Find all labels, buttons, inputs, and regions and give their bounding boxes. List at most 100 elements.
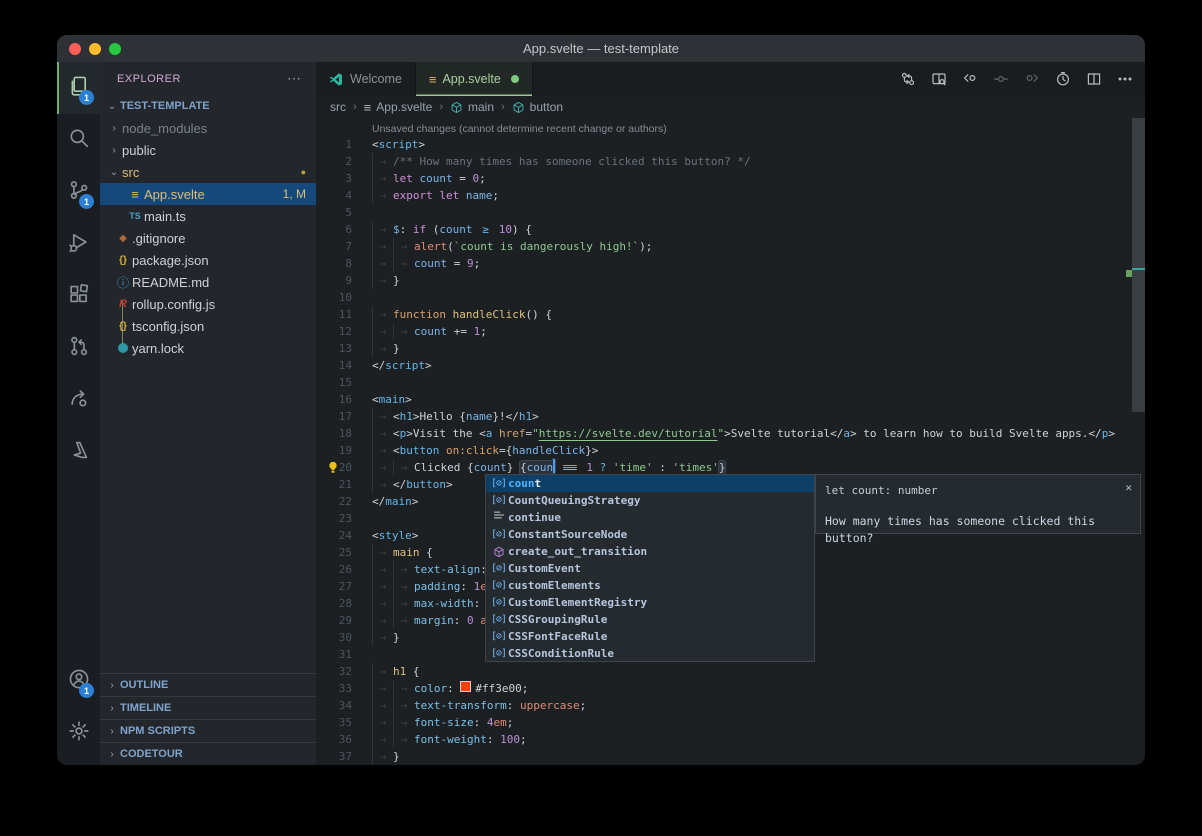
breadcrumb-item-src[interactable]: src [330, 100, 346, 114]
line-number: 5 [316, 204, 352, 221]
sidebar-section-codetour[interactable]: ›CODETOUR [100, 742, 316, 765]
suggest-item-create_out_transition[interactable]: create_out_transition [486, 543, 814, 560]
scrollbar[interactable] [1132, 118, 1145, 412]
suggest-item-count[interactable]: [⊘]count [486, 475, 814, 492]
code-line-6[interactable]: 6 →$: if (count ≥ 10) { [316, 221, 1145, 238]
code-line-1[interactable]: 1<script> [316, 136, 1145, 153]
minimize-window-button[interactable] [89, 43, 101, 55]
code-line-3[interactable]: 3 →let count = 0; [316, 170, 1145, 187]
code-line-19[interactable]: 19 →<button on:click={handleClick}> [316, 442, 1145, 459]
tab-welcome[interactable]: Welcome [316, 62, 416, 96]
next-change-icon[interactable] [1024, 71, 1040, 87]
line-number: 13 [316, 340, 352, 357]
breadcrumb-separator: › [499, 101, 507, 113]
code-line-5[interactable]: 5 [316, 204, 1145, 221]
split-editor-icon[interactable] [1086, 71, 1102, 87]
code-line-8[interactable]: 8 → →count = 9; [316, 255, 1145, 272]
breadcrumb: src›≡App.svelte›main›button [316, 96, 1145, 118]
open-preview-icon[interactable] [931, 71, 947, 87]
activity-bar-item-explorer[interactable]: 1 [57, 62, 100, 114]
code-line-32[interactable]: 32 →h1 { [316, 663, 1145, 680]
breadcrumb-item-app-svelte[interactable]: ≡App.svelte [364, 100, 433, 114]
close-window-button[interactable] [69, 43, 81, 55]
line-number: 37 [316, 748, 352, 765]
dirty-indicator[interactable] [511, 75, 519, 83]
sidebar-section-npm-scripts[interactable]: ›NPM SCRIPTS [100, 719, 316, 742]
code-line-2[interactable]: 2 →/** How many times has someone clicke… [316, 153, 1145, 170]
code-line-10[interactable]: 10 [316, 289, 1145, 306]
compare-changes-icon[interactable] [900, 71, 916, 87]
line-number: 32 [316, 663, 352, 680]
zoom-window-button[interactable] [109, 43, 121, 55]
file-tree-item-node-modules[interactable]: ›node_modules [100, 117, 316, 139]
suggest-item-customelements[interactable]: [⊘]customElements [486, 577, 814, 594]
code-line-9[interactable]: 9 →} [316, 272, 1145, 289]
breadcrumb-item-button[interactable]: button [512, 100, 563, 114]
file-tree-item-rollup-config-js[interactable]: Rrollup.config.js [100, 293, 316, 315]
code-line-13[interactable]: 13 →} [316, 340, 1145, 357]
activity-bar-item-run-and-debug[interactable] [57, 218, 100, 270]
sidebar-section-timeline[interactable]: ›TIMELINE [100, 696, 316, 719]
file-tree-item-main-ts[interactable]: TSmain.ts [100, 205, 316, 227]
activity-bar-item-search[interactable] [57, 114, 100, 166]
suggest-item-cssconditionrule[interactable]: [⊘]CSSConditionRule [486, 645, 814, 662]
code-editor[interactable]: Unsaved changes (cannot determine recent… [316, 118, 1145, 765]
file-tree-item-readme-md[interactable]: ⓘREADME.md [100, 271, 316, 293]
code-line-33[interactable]: 33 → →color: #ff3e00; [316, 680, 1145, 697]
file-tree-item-public[interactable]: ›public [100, 139, 316, 161]
code-line-17[interactable]: 17 →<h1>Hello {name}!</h1> [316, 408, 1145, 425]
line-number: 8 [316, 255, 352, 272]
suggest-item-countqueuingstrategy[interactable]: [⊘]CountQueuingStrategy [486, 492, 814, 509]
workspace-root-folder[interactable]: ⌄ TEST-TEMPLATE [100, 95, 316, 117]
suggest-item-continue[interactable]: continue [486, 509, 814, 526]
file-tree-item--gitignore[interactable]: ◆.gitignore [100, 227, 316, 249]
file-tree-item-src[interactable]: ⌄src● [100, 161, 316, 183]
suggest-item-cssfontfacerule[interactable]: [⊘]CSSFontFaceRule [486, 628, 814, 645]
lightbulb-icon[interactable] [326, 460, 340, 475]
breadcrumb-item-main[interactable]: main [450, 100, 494, 114]
code-line-18[interactable]: 18 →<p>Visit the <a href="https://svelte… [316, 425, 1145, 442]
explorer-more-actions-icon[interactable]: ⋯ [287, 70, 302, 87]
file-label: package.json [132, 253, 209, 268]
code-line-16[interactable]: 16<main> [316, 391, 1145, 408]
file-tree-item-yarn-lock[interactable]: yarn.lock [100, 337, 316, 359]
code-line-35[interactable]: 35 → →font-size: 4em; [316, 714, 1145, 731]
code-line-12[interactable]: 12 → →count += 1; [316, 323, 1145, 340]
more-actions-icon[interactable] [1117, 71, 1133, 87]
code-line-15[interactable]: 15 [316, 374, 1145, 391]
vscode-window: App.svelte — test-template 11 1 EXPLORER… [57, 35, 1145, 765]
title-bar[interactable]: App.svelte — test-template [57, 35, 1145, 62]
file-tree-item-package-json[interactable]: {}package.json [100, 249, 316, 271]
activity-bar-item-azure[interactable] [57, 426, 100, 478]
file-tree-item-app-svelte[interactable]: ≡App.svelte1, M [100, 183, 316, 205]
activity-bar-item-source-control[interactable]: 1 [57, 166, 100, 218]
suggest-item-constantsourcenode[interactable]: [⊘]ConstantSourceNode [486, 526, 814, 543]
close-icon[interactable]: ✕ [1125, 479, 1132, 496]
sidebar-section-outline[interactable]: ›OUTLINE [100, 674, 316, 696]
timer-icon[interactable] [1055, 71, 1071, 87]
suggest-item-customevent[interactable]: [⊘]CustomEvent [486, 560, 814, 577]
code-line-14[interactable]: 14</script> [316, 357, 1145, 374]
code-line-36[interactable]: 36 → →font-weight: 100; [316, 731, 1145, 748]
cube-icon [450, 101, 463, 114]
suggest-details-panel: let count: number How many times has som… [815, 474, 1141, 534]
previous-change-icon[interactable] [962, 71, 978, 87]
file-tree-item-tsconfig-json[interactable]: {}tsconfig.json [100, 315, 316, 337]
current-change-icon[interactable] [993, 71, 1009, 87]
color-decorator-swatch[interactable] [460, 681, 471, 692]
code-line-4[interactable]: 4 →export let name; [316, 187, 1145, 204]
activity-bar-item-settings[interactable] [57, 707, 100, 759]
activity-bar-item-live-share[interactable] [57, 374, 100, 426]
code-line-7[interactable]: 7 → →alert(`count is dangerously high!`)… [316, 238, 1145, 255]
code-line-11[interactable]: 11 →function handleClick() { [316, 306, 1145, 323]
code-line-37[interactable]: 37 →} [316, 748, 1145, 765]
code-line-34[interactable]: 34 → →text-transform: uppercase; [316, 697, 1145, 714]
line-number: 21 [316, 476, 352, 493]
suggest-item-customelementregistry[interactable]: [⊘]CustomElementRegistry [486, 594, 814, 611]
tab-app-svelte[interactable]: ≡App.svelte [416, 62, 533, 96]
suggest-item-cssgroupingrule[interactable]: [⊘]CSSGroupingRule [486, 611, 814, 628]
activity-bar-item-github-pull-requests[interactable] [57, 322, 100, 374]
activity-bar-item-accounts[interactable]: 1 [57, 655, 100, 707]
activity-bar-item-extensions[interactable] [57, 270, 100, 322]
variable-icon: [⊘] [489, 628, 508, 645]
